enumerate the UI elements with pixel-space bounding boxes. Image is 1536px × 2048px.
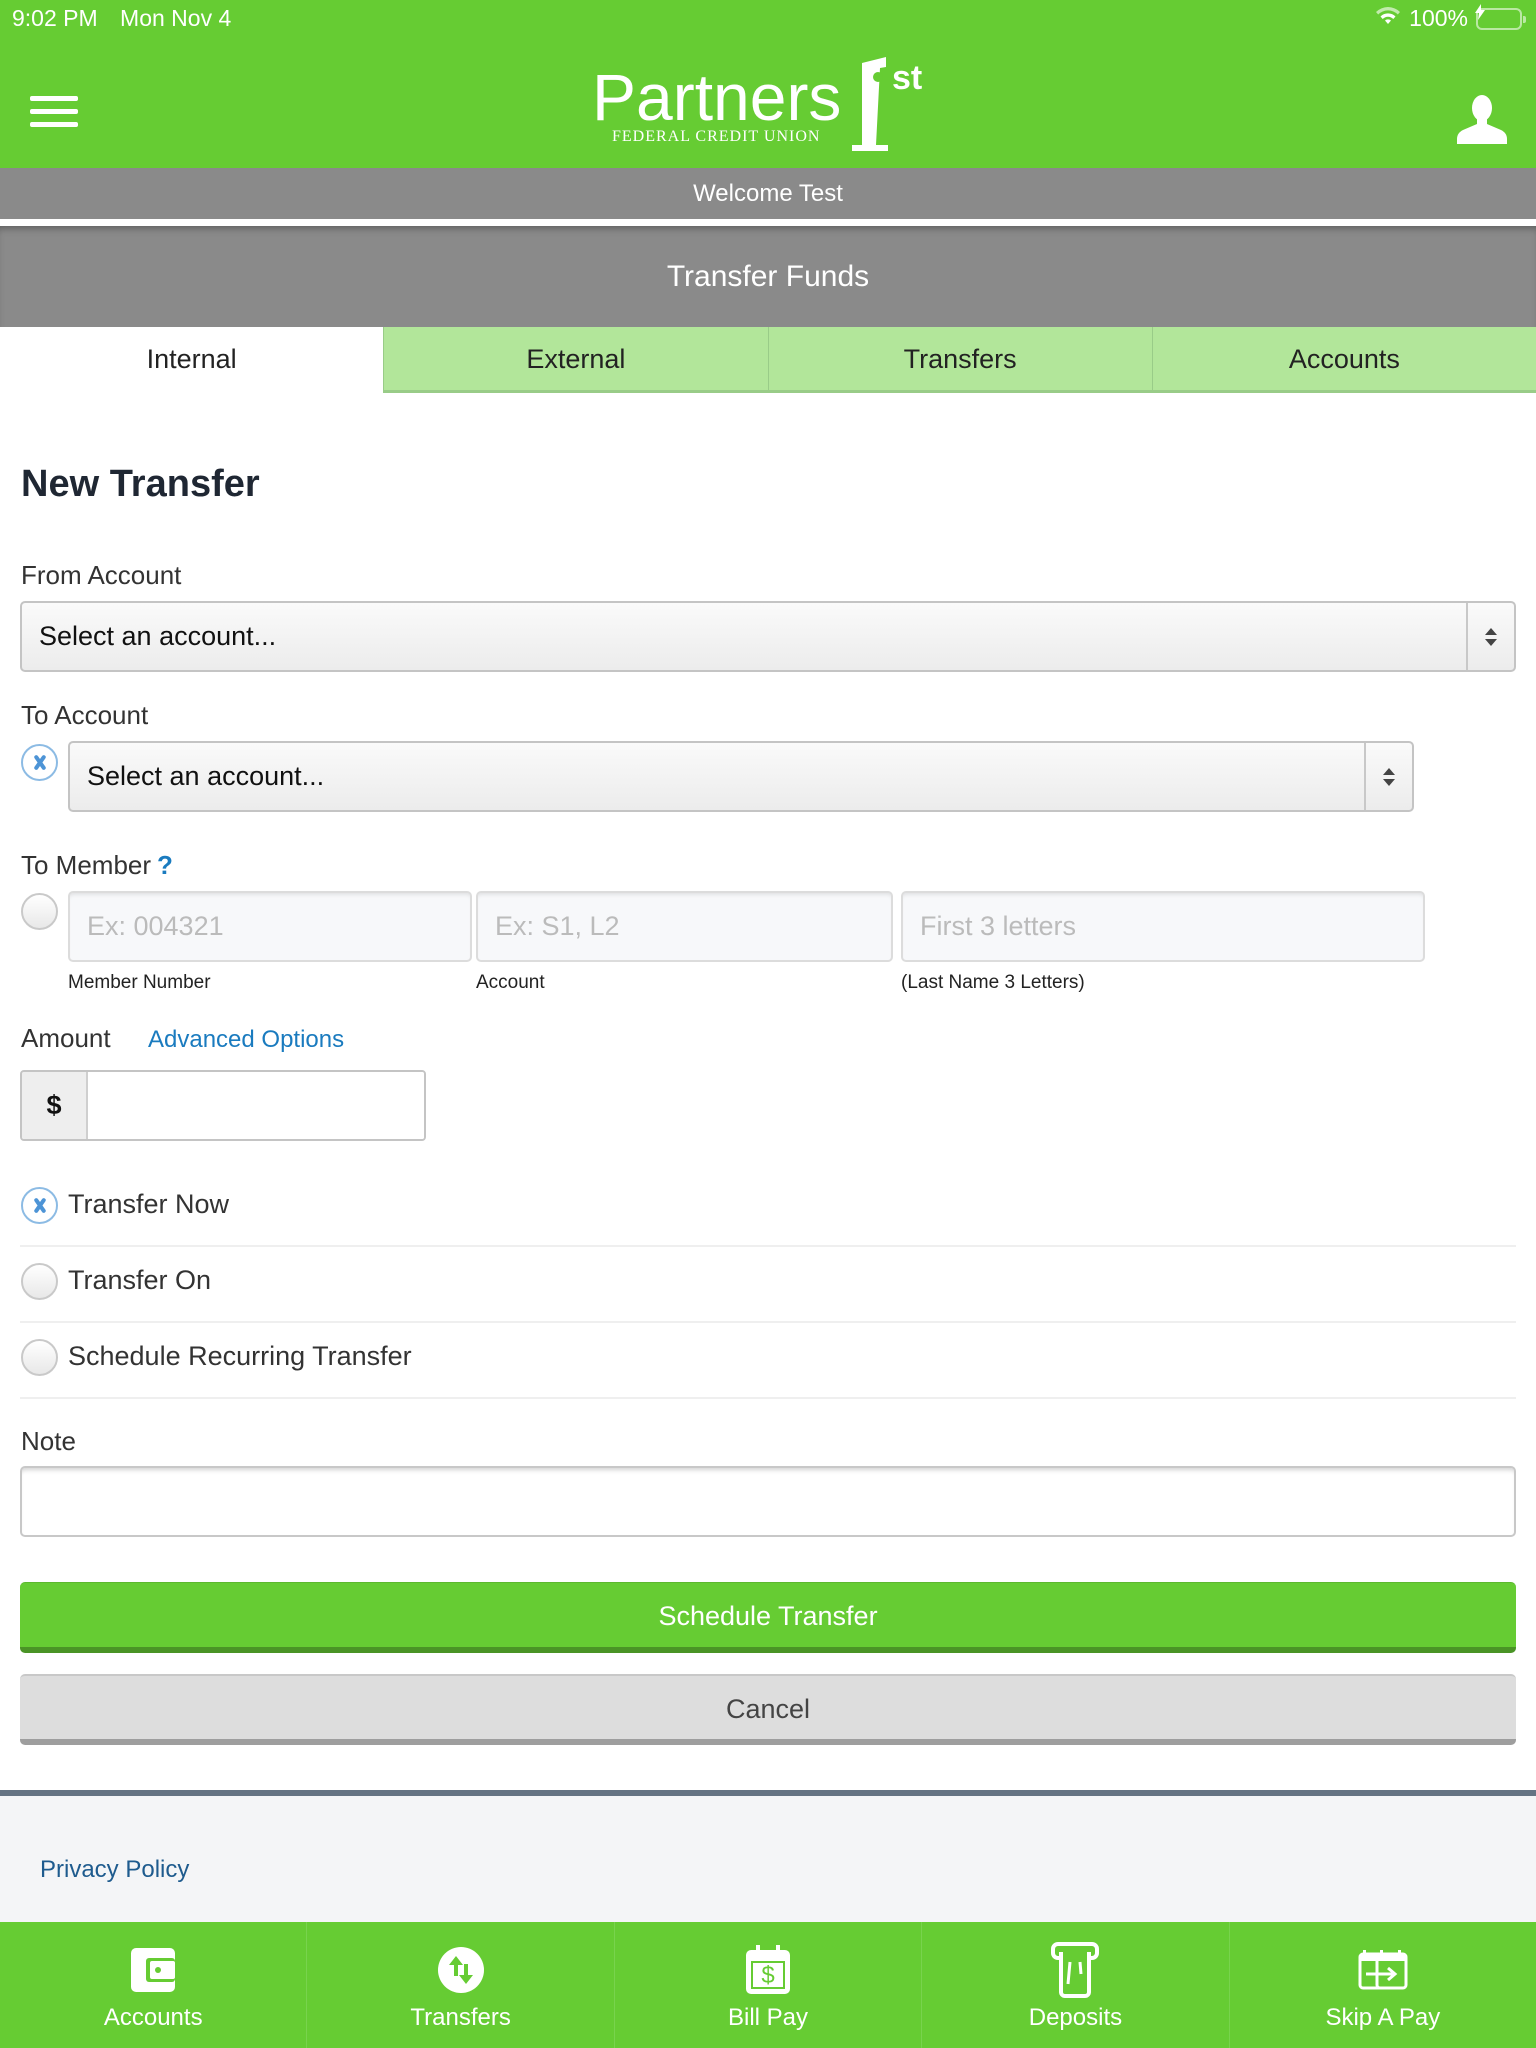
schedule-recurring-label[interactable]: Schedule Recurring Transfer bbox=[68, 1341, 412, 1372]
partners-1st-logo: Partners FEDERAL CREDIT UNION st bbox=[590, 55, 950, 155]
transfer-arrows-icon bbox=[435, 1942, 487, 1998]
bottom-navigation: Accounts Transfers $ Bill Pay Deposits S… bbox=[0, 1922, 1536, 2048]
logo-subtitle: FEDERAL CREDIT UNION bbox=[612, 128, 820, 145]
tab-transfers[interactable]: Transfers bbox=[767, 327, 1152, 393]
nav-bill-pay[interactable]: $ Bill Pay bbox=[613, 1922, 921, 2048]
wifi-icon bbox=[1375, 5, 1401, 32]
logo-numeral-one bbox=[852, 57, 888, 151]
nav-accounts[interactable]: Accounts bbox=[0, 1922, 306, 2048]
tab-external[interactable]: External bbox=[383, 327, 768, 393]
to-account-select[interactable]: Select an account... bbox=[68, 741, 1414, 812]
nav-transfers[interactable]: Transfers bbox=[306, 1922, 613, 2048]
divider bbox=[20, 1245, 1516, 1247]
privacy-policy-link[interactable]: Privacy Policy bbox=[40, 1856, 189, 1884]
transfer-tabs: Internal External Transfers Accounts bbox=[0, 327, 1536, 393]
last-name-letters-input[interactable]: First 3 letters bbox=[901, 891, 1425, 962]
note-input[interactable] bbox=[20, 1466, 1516, 1537]
amount-input[interactable] bbox=[88, 1072, 424, 1139]
wallet-icon bbox=[127, 1942, 179, 1998]
to-member-radio[interactable] bbox=[21, 893, 58, 930]
nav-accounts-label: Accounts bbox=[103, 2004, 203, 2031]
tab-internal[interactable]: Internal bbox=[0, 327, 384, 393]
nav-deposits[interactable]: Deposits bbox=[921, 1922, 1228, 2048]
footer bbox=[0, 1796, 1536, 1922]
battery-icon bbox=[1475, 3, 1526, 30]
divider bbox=[0, 219, 1536, 226]
to-account-radio[interactable] bbox=[21, 744, 58, 781]
member-account-input[interactable]: Ex: S1, L2 bbox=[476, 891, 893, 962]
nav-transfers-label: Transfers bbox=[410, 2004, 511, 2031]
amount-label: Amount bbox=[21, 1023, 111, 1053]
from-account-select[interactable]: Select an account... bbox=[20, 601, 1516, 672]
nav-deposits-label: Deposits bbox=[1028, 2004, 1123, 2031]
logo-superscript: st bbox=[892, 59, 922, 97]
transfer-on-label[interactable]: Transfer On bbox=[68, 1265, 211, 1296]
from-account-label: From Account bbox=[21, 560, 182, 590]
account-sublabel: Account bbox=[476, 972, 545, 993]
transfer-on-radio[interactable] bbox=[21, 1263, 58, 1300]
dollar-prefix: $ bbox=[22, 1072, 88, 1139]
select-arrows-icon bbox=[1364, 743, 1412, 810]
tab-accounts[interactable]: Accounts bbox=[1151, 327, 1536, 393]
form-heading: New Transfer bbox=[21, 463, 260, 505]
cancel-button[interactable]: Cancel bbox=[20, 1674, 1516, 1745]
status-date: Mon Nov 4 bbox=[120, 5, 232, 31]
to-member-label-text: To Member bbox=[21, 850, 152, 880]
to-account-value: Select an account... bbox=[87, 761, 325, 791]
svg-text:$: $ bbox=[761, 1962, 774, 1989]
advanced-options-link[interactable]: Advanced Options bbox=[148, 1026, 344, 1054]
schedule-transfer-button[interactable]: Schedule Transfer bbox=[20, 1582, 1516, 1653]
schedule-recurring-radio[interactable] bbox=[21, 1339, 58, 1376]
nav-skip-a-pay[interactable]: Skip A Pay bbox=[1228, 1922, 1536, 2048]
note-label: Note bbox=[21, 1426, 76, 1456]
to-member-label: To Member? bbox=[21, 850, 173, 881]
select-arrows-icon bbox=[1466, 603, 1514, 670]
last-name-sublabel: (Last Name 3 Letters) bbox=[901, 972, 1085, 993]
transfer-now-label[interactable]: Transfer Now bbox=[68, 1189, 229, 1220]
transfer-now-radio[interactable] bbox=[21, 1187, 58, 1224]
status-time: 9:02 PM bbox=[12, 5, 98, 31]
member-number-sublabel: Member Number bbox=[68, 972, 211, 993]
nav-bill-pay-label: Bill Pay bbox=[728, 2004, 809, 2031]
status-bar-time: 9:02 PM Mon Nov 4 bbox=[12, 5, 231, 32]
status-bar-right: 100% bbox=[1375, 3, 1526, 32]
help-question-icon[interactable]: ? bbox=[157, 850, 173, 880]
nav-skip-a-pay-label: Skip A Pay bbox=[1325, 2004, 1441, 2031]
member-number-input[interactable]: Ex: 004321 bbox=[68, 891, 472, 962]
amount-input-group: $ bbox=[20, 1070, 426, 1141]
app-header: 9:02 PM Mon Nov 4 100% Partners FEDERAL … bbox=[0, 0, 1536, 168]
hamburger-menu-icon[interactable] bbox=[30, 96, 78, 132]
welcome-banner: Welcome Test bbox=[0, 168, 1536, 219]
logo-wordmark: Partners bbox=[592, 60, 841, 134]
calendar-skip-icon bbox=[1357, 1942, 1409, 1998]
to-account-label: To Account bbox=[21, 700, 149, 730]
page-title: Transfer Funds bbox=[0, 226, 1536, 327]
divider bbox=[20, 1397, 1516, 1399]
battery-percent: 100% bbox=[1409, 5, 1468, 31]
divider bbox=[20, 1321, 1516, 1323]
user-profile-icon[interactable] bbox=[1456, 94, 1508, 144]
check-deposit-icon bbox=[1049, 1942, 1101, 1998]
calendar-dollar-icon: $ bbox=[742, 1942, 794, 1998]
from-account-value: Select an account... bbox=[39, 621, 277, 651]
